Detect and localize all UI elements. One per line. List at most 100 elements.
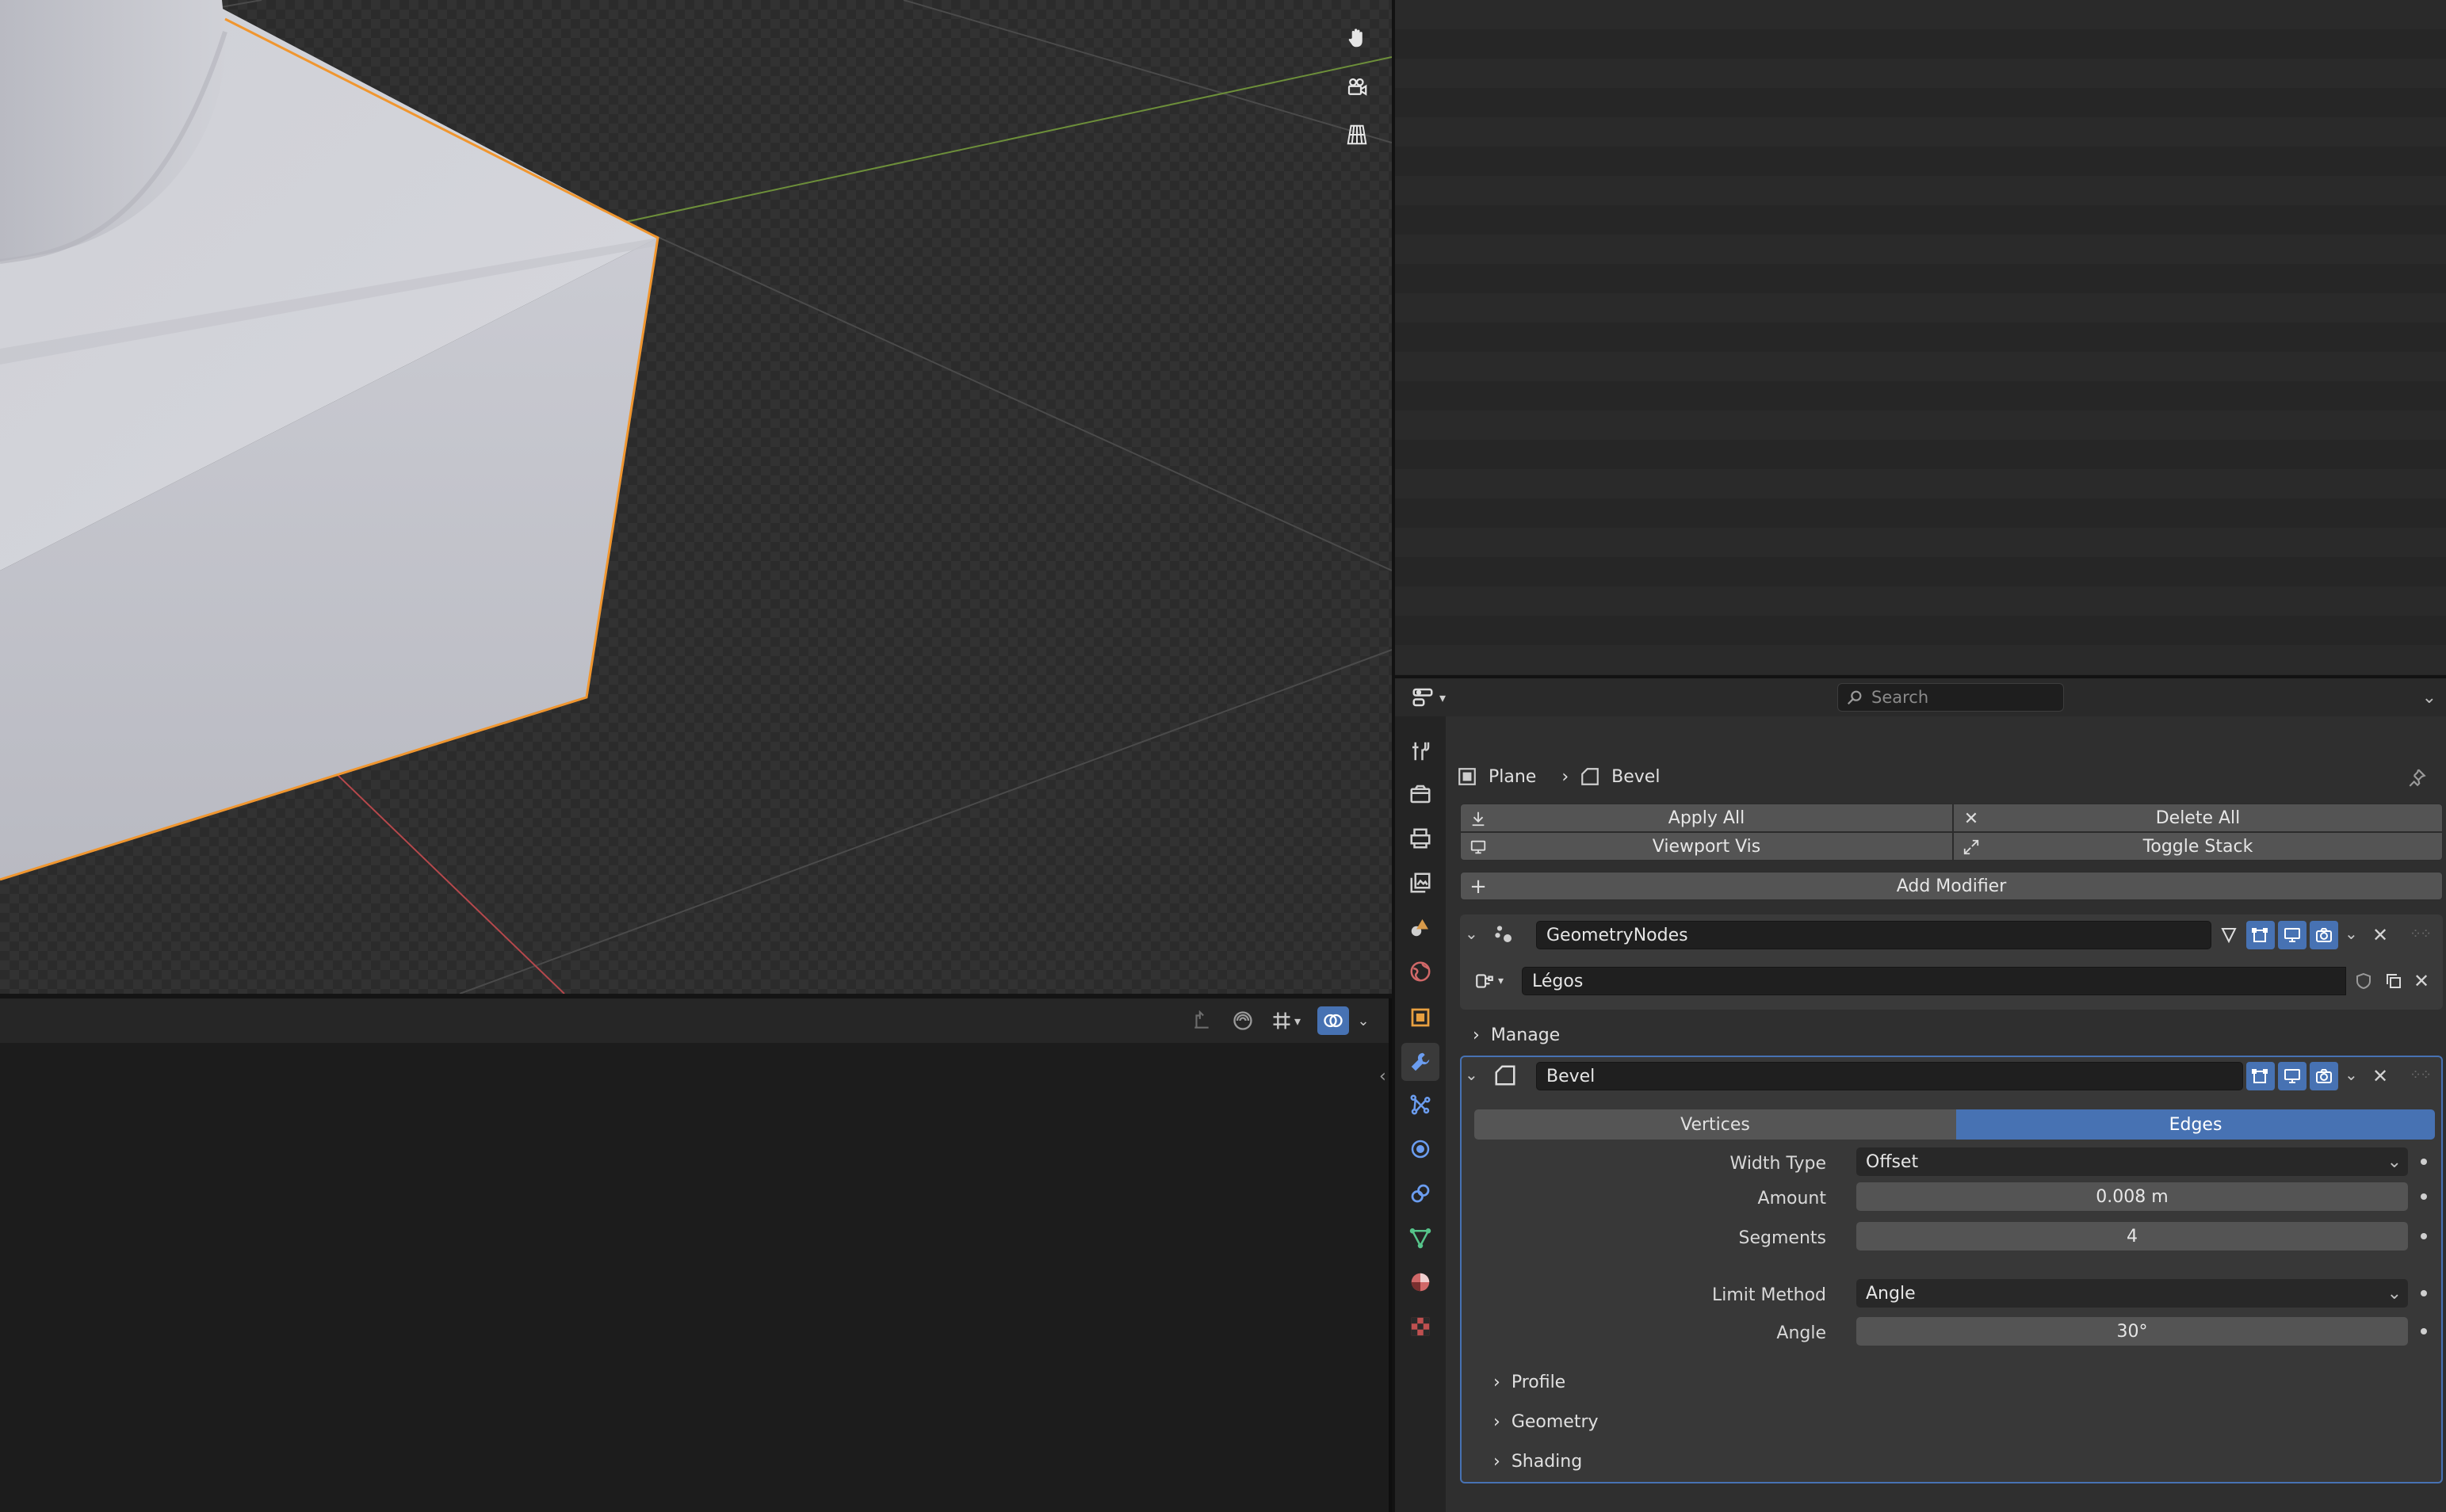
camera-view-icon[interactable] bbox=[1341, 71, 1373, 103]
modifier-name-field[interactable]: GeometryNodes bbox=[1536, 921, 2211, 949]
chevron-down-icon[interactable]: ⌄ bbox=[2422, 688, 2436, 708]
toggle-stack-button[interactable]: Toggle Stack bbox=[1953, 832, 2443, 861]
realtime-monitor-icon[interactable] bbox=[2278, 921, 2307, 949]
keyframe-dot[interactable] bbox=[2421, 1328, 2427, 1334]
add-modifier-button[interactable]: + Add Modifier bbox=[1460, 872, 2443, 900]
render-camera-icon[interactable] bbox=[2310, 1062, 2338, 1090]
render-camera-icon[interactable] bbox=[2310, 921, 2338, 949]
texture-icon[interactable] bbox=[1401, 1308, 1439, 1346]
close-icon: ✕ bbox=[1963, 808, 1979, 829]
delete-all-button[interactable]: ✕ Delete All bbox=[1953, 804, 2443, 832]
material-icon[interactable] bbox=[1401, 1263, 1439, 1301]
hand-pan-icon[interactable] bbox=[1341, 22, 1373, 54]
grid-line bbox=[903, 0, 1392, 143]
chevron-down-icon[interactable]: ⌄ bbox=[2345, 1065, 2358, 1084]
geometry-nodes-icon bbox=[1492, 922, 1515, 951]
sidebar-collapse-icon[interactable]: ‹ bbox=[1379, 1067, 1386, 1086]
pin-icon[interactable] bbox=[2406, 767, 2427, 792]
amount-field[interactable]: 0.008 m bbox=[1856, 1182, 2408, 1211]
drag-handle-icon[interactable]: ⁘⁘ bbox=[2410, 926, 2432, 942]
add-modifier-label: Add Modifier bbox=[1896, 876, 2007, 896]
3d-viewport[interactable] bbox=[0, 0, 1392, 994]
perspective-grid-icon[interactable] bbox=[1341, 119, 1373, 151]
editor-header: ▾ ⌄ bbox=[0, 998, 1392, 1043]
width-type-value: Offset bbox=[1866, 1151, 1919, 1172]
node-group-field[interactable]: Légos bbox=[1522, 967, 2346, 995]
shading-subpanel[interactable]: › Shading bbox=[1493, 1447, 1582, 1476]
properties-editor-icon bbox=[1412, 688, 1433, 707]
breadcrumb-object[interactable]: Plane bbox=[1489, 767, 1536, 787]
world-icon[interactable] bbox=[1401, 953, 1439, 991]
view-layer-icon[interactable] bbox=[1401, 864, 1439, 902]
modifier-name-field[interactable]: Bevel bbox=[1536, 1062, 2243, 1090]
object-icon[interactable] bbox=[1401, 998, 1439, 1037]
unlink-close-icon[interactable]: ✕ bbox=[2410, 967, 2433, 995]
manage-subpanel[interactable]: › Manage bbox=[1473, 1021, 1560, 1049]
segments-field[interactable]: 4 bbox=[1856, 1222, 2408, 1250]
realtime-monitor-icon[interactable] bbox=[2278, 1062, 2307, 1090]
fake-user-shield-icon[interactable] bbox=[2349, 967, 2378, 995]
particles-icon[interactable] bbox=[1401, 1086, 1439, 1124]
tool-icon[interactable] bbox=[1401, 732, 1439, 770]
panel-header[interactable]: ⌄ Bevel ⌄ ✕ ⁘⁘ bbox=[1462, 1057, 2441, 1098]
editor-type-button[interactable]: ▾ bbox=[1411, 685, 1458, 710]
breadcrumb-modifier[interactable]: Bevel bbox=[1611, 767, 1660, 787]
bevel-modifier-panel: ⌄ Bevel ⌄ ✕ ⁘⁘ Vertices Edges Width Type… bbox=[1460, 1056, 2443, 1483]
geometry-subpanel[interactable]: › Geometry bbox=[1493, 1407, 1599, 1436]
bottom-editor-area[interactable]: ▾ ⌄ ‹ bbox=[0, 998, 1392, 1512]
panel-header[interactable]: ⌄ GeometryNodes ⌄ ✕ ⁘⁘ bbox=[1460, 914, 2443, 956]
search-placeholder: Search bbox=[1871, 688, 1929, 707]
close-icon[interactable]: ✕ bbox=[2368, 1062, 2392, 1090]
delete-all-label: Delete All bbox=[2155, 808, 2241, 828]
search-input[interactable]: Search bbox=[1837, 683, 2064, 712]
apply-all-button[interactable]: Apply All bbox=[1460, 804, 1953, 832]
transform-orientation-icon[interactable]: ▾ bbox=[1265, 1006, 1306, 1035]
keyframe-dot[interactable] bbox=[2421, 1290, 2427, 1296]
object-mesh-icon bbox=[1458, 768, 1476, 785]
overlay-icon[interactable] bbox=[1317, 1006, 1349, 1035]
keyframe-dot[interactable] bbox=[2421, 1233, 2427, 1239]
duplicate-icon[interactable] bbox=[2379, 967, 2408, 995]
edit-mode-toggle-icon[interactable] bbox=[2246, 1062, 2275, 1090]
geometry-nodes-modifier-panel: ⌄ GeometryNodes ⌄ ✕ ⁘⁘ ▾ Légos ✕ bbox=[1460, 914, 2443, 1010]
affect-vertices-button[interactable]: Vertices bbox=[1474, 1109, 1956, 1140]
angle-field[interactable]: 30° bbox=[1856, 1317, 2408, 1346]
edit-mode-toggle-icon[interactable] bbox=[2246, 921, 2275, 949]
overlay-dropdown-icon[interactable]: ⌄ bbox=[1352, 1006, 1374, 1035]
chevron-down-icon[interactable]: ⌄ bbox=[1465, 1065, 1478, 1084]
edit-mode-cage-icon[interactable] bbox=[2215, 921, 2243, 949]
close-icon[interactable]: ✕ bbox=[2368, 921, 2392, 949]
width-type-label: Width Type bbox=[1729, 1154, 1826, 1174]
apply-icon bbox=[1469, 809, 1488, 828]
modifier-wrench-icon[interactable] bbox=[1401, 1043, 1439, 1081]
keyframe-dot[interactable] bbox=[2421, 1159, 2427, 1165]
node-group-browse-button[interactable]: ▾ bbox=[1474, 967, 1519, 995]
bevel-modifier-icon bbox=[1581, 768, 1599, 785]
scene-icon[interactable] bbox=[1401, 908, 1439, 946]
data-icon[interactable] bbox=[1401, 1219, 1439, 1257]
affect-edges-button[interactable]: Edges bbox=[1956, 1109, 2435, 1140]
chevron-down-icon[interactable]: ⌄ bbox=[1465, 924, 1478, 943]
render-icon[interactable] bbox=[1401, 775, 1439, 813]
chevron-right-icon: › bbox=[1493, 1372, 1500, 1392]
properties-tabs bbox=[1395, 716, 1446, 1512]
drag-handle-icon[interactable]: ⁘⁘ bbox=[2410, 1067, 2432, 1083]
viewport-vis-button[interactable]: Viewport Vis bbox=[1460, 832, 1953, 861]
limit-method-select[interactable]: Angle ⌄ bbox=[1856, 1279, 2408, 1308]
node-tree-icon bbox=[1476, 974, 1493, 988]
angle-label: Angle bbox=[1776, 1323, 1826, 1343]
proportional-icon[interactable] bbox=[1229, 1006, 1257, 1035]
constraints-icon[interactable] bbox=[1401, 1174, 1439, 1212]
keyframe-dot[interactable] bbox=[2421, 1193, 2427, 1200]
profile-subpanel[interactable]: › Profile bbox=[1493, 1368, 1565, 1396]
properties-header: ▾ Search ⌄ bbox=[1395, 678, 2446, 716]
monitor-icon bbox=[1469, 838, 1488, 857]
width-type-select[interactable]: Offset ⌄ bbox=[1856, 1147, 2408, 1176]
chevron-right-icon: › bbox=[1493, 1411, 1500, 1432]
snap-icon[interactable] bbox=[1187, 1006, 1216, 1035]
chevron-down-icon[interactable]: ⌄ bbox=[2345, 924, 2358, 943]
top-right-editor-area[interactable] bbox=[1395, 0, 2446, 675]
output-icon[interactable] bbox=[1401, 819, 1439, 857]
properties-editor: ▾ Search ⌄ Plane › Bevel Apply All ✕ Del… bbox=[1395, 678, 2446, 1512]
physics-icon[interactable] bbox=[1401, 1130, 1439, 1168]
